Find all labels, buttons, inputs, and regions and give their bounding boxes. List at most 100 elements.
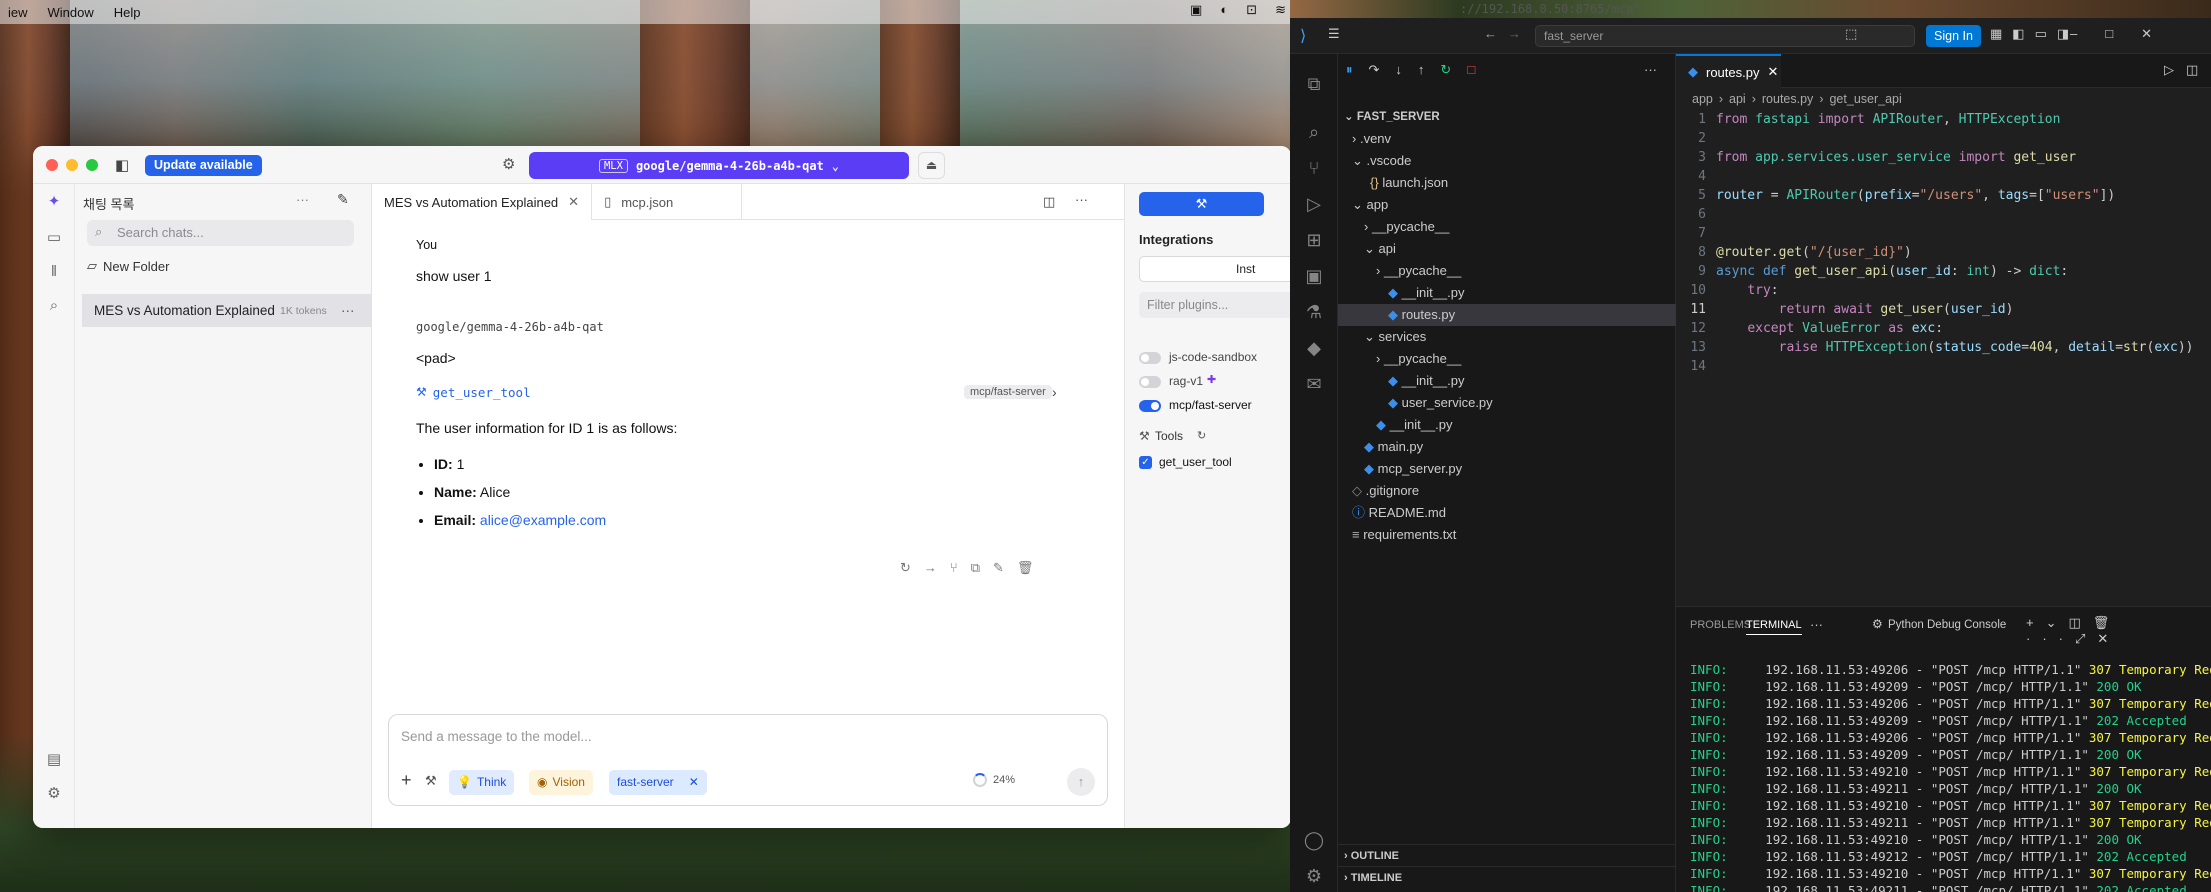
zoom-window-button[interactable]: [86, 159, 98, 171]
remote-icon[interactable]: ▣: [1302, 264, 1326, 288]
chat-icon[interactable]: ✦: [44, 192, 64, 212]
tree-item[interactable]: ⌄ .vscode: [1338, 150, 1676, 172]
python-icon[interactable]: ◆: [1302, 336, 1326, 360]
tree-item[interactable]: ◆ mcp_server.py: [1338, 458, 1676, 480]
more-icon[interactable]: ···: [296, 192, 309, 207]
tray-icon[interactable]: ▣: [1190, 2, 1202, 18]
tray-icon[interactable]: ⊡: [1246, 2, 1257, 18]
sign-in-button[interactable]: Sign In: [1926, 25, 1981, 47]
editor-tab-routes[interactable]: ◆ routes.py ✕: [1676, 54, 1781, 88]
terminal-icon[interactable]: ▭: [44, 228, 64, 248]
tree-item[interactable]: ◆ main.py: [1338, 436, 1676, 458]
think-toggle[interactable]: 💡 Think: [449, 770, 515, 795]
wifi-icon[interactable]: ≋: [1275, 2, 1286, 18]
tab-mcp-json[interactable]: ▯ mcp.json: [592, 184, 743, 220]
chat-icon[interactable]: ✉: [1302, 372, 1326, 396]
search-icon[interactable]: ⌕: [1302, 120, 1326, 144]
tools-icon[interactable]: ⚒: [425, 773, 437, 789]
copilot-icon[interactable]: ⬚: [1845, 26, 1857, 42]
close-icon[interactable]: ✕: [568, 194, 579, 210]
terminal-name[interactable]: Python Debug Console: [1888, 619, 2006, 631]
filter-plugins-input[interactable]: Filter plugins...: [1139, 292, 1291, 318]
tree-item[interactable]: ◆ __init__.py: [1338, 282, 1676, 304]
stop-icon[interactable]: □: [1467, 62, 1475, 78]
menu-window[interactable]: Window: [48, 5, 94, 20]
timeline-section[interactable]: › TIMELINE: [1338, 866, 1676, 888]
chat-more-icon[interactable]: ···: [341, 303, 355, 318]
tree-item[interactable]: › __pycache__: [1338, 348, 1676, 370]
step-into-icon[interactable]: ↓: [1395, 62, 1402, 78]
tree-item[interactable]: ⌄ services: [1338, 326, 1676, 348]
menu-icon[interactable]: ☰: [1328, 26, 1340, 42]
breadcrumb-item[interactable]: api: [1729, 92, 1746, 106]
tray-icon[interactable]: ◐: [1220, 2, 1228, 18]
tab-problems[interactable]: PROBLEMS: [1690, 619, 1751, 631]
back-icon[interactable]: ←: [1484, 26, 1497, 41]
split-view-icon[interactable]: ◫: [1043, 194, 1055, 210]
breadcrumb-item[interactable]: get_user_api: [1829, 92, 1901, 106]
sidebar-toggle-icon[interactable]: ◧: [115, 156, 129, 174]
testing-icon[interactable]: ⚗: [1302, 300, 1326, 324]
email-link[interactable]: alice@example.com: [480, 512, 606, 528]
delete-icon[interactable]: 🗑: [1017, 560, 1034, 576]
model-selector[interactable]: MLX google/gemma-4-26b-a4b-qat ⌄: [529, 152, 909, 179]
pause-icon[interactable]: ⏸: [1346, 62, 1353, 78]
extensions-icon[interactable]: ⊞: [1302, 228, 1326, 252]
layout-icons[interactable]: ▦◧▭◨: [1990, 26, 2079, 42]
explorer-root[interactable]: ⌄ FAST_SERVER: [1338, 106, 1676, 128]
tree-item[interactable]: ⌄ app: [1338, 194, 1676, 216]
terminal-output[interactable]: INFO: 192.168.11.53:49206 - "POST /mcp H…: [1690, 661, 2211, 892]
tab-terminal[interactable]: TERMINAL: [1746, 619, 1802, 635]
refresh-icon[interactable]: ↻: [1197, 429, 1206, 442]
split-editor-icon[interactable]: ◫: [2186, 62, 2198, 78]
hardware-icon[interactable]: ▤: [44, 750, 64, 770]
tool-call-row[interactable]: ⚒ get_user_tool mcp/fast-server ›: [416, 382, 1076, 402]
tree-item[interactable]: ⓘ README.md: [1338, 502, 1676, 524]
add-attachment-icon[interactable]: +: [401, 770, 412, 791]
continue-icon[interactable]: →: [924, 560, 937, 576]
tree-item-selected[interactable]: ◆ routes.py: [1338, 304, 1676, 326]
copy-icon[interactable]: ⧉: [971, 560, 980, 576]
source-control-icon[interactable]: ⑂: [1302, 156, 1326, 180]
new-chat-icon[interactable]: ✎: [337, 191, 349, 208]
close-icon[interactable]: ✕: [1767, 64, 1778, 80]
chevron-right-icon[interactable]: ›: [1052, 384, 1057, 400]
command-center[interactable]: fast_server: [1535, 25, 1915, 47]
send-button[interactable]: ↑: [1067, 768, 1095, 796]
edit-icon[interactable]: ✎: [993, 560, 1004, 576]
tree-item[interactable]: {} launch.json: [1338, 172, 1676, 194]
more-icon[interactable]: ···: [1810, 617, 1823, 632]
step-over-icon[interactable]: ↷: [1369, 62, 1380, 78]
menu-help[interactable]: Help: [114, 5, 141, 20]
tree-item[interactable]: ◆ __init__.py: [1338, 414, 1676, 436]
search-models-icon[interactable]: ⌕: [44, 296, 64, 316]
forward-icon[interactable]: →: [1508, 26, 1521, 41]
window-controls[interactable]: –□✕: [2070, 26, 2180, 42]
tree-item[interactable]: › .venv: [1338, 128, 1676, 150]
run-debug-icon[interactable]: ▷: [1302, 192, 1326, 216]
manage-gear-icon[interactable]: ⚙: [1302, 864, 1326, 888]
install-button[interactable]: Inst: [1139, 256, 1291, 282]
plugin-toggle[interactable]: [1139, 376, 1161, 388]
run-icon[interactable]: ▷: [2164, 62, 2174, 78]
settings-icon[interactable]: ⚙: [44, 784, 64, 804]
breadcrumb-item[interactable]: app: [1692, 92, 1713, 106]
tree-item[interactable]: › __pycache__: [1338, 216, 1676, 238]
gear-icon[interactable]: ⚙: [502, 155, 515, 173]
tree-item[interactable]: ◆ user_service.py: [1338, 392, 1676, 414]
close-window-button[interactable]: [46, 159, 58, 171]
vision-toggle[interactable]: ◉ Vision: [529, 770, 593, 795]
server-chip[interactable]: fast-server ✕: [609, 770, 707, 795]
breadcrumb-item[interactable]: routes.py: [1762, 92, 1813, 106]
regenerate-icon[interactable]: ↻: [900, 560, 911, 576]
restart-icon[interactable]: ↻: [1440, 62, 1451, 78]
eject-model-button[interactable]: ⏏: [918, 152, 945, 179]
new-folder-button[interactable]: ▱ New Folder: [87, 258, 169, 274]
tree-item[interactable]: › __pycache__: [1338, 260, 1676, 282]
more-icon[interactable]: ···: [1644, 62, 1657, 77]
panel-actions[interactable]: +⌄◫🗑···⤢✕: [2026, 615, 2211, 647]
tree-item[interactable]: ≡ requirements.txt: [1338, 524, 1676, 546]
plugin-toggle[interactable]: [1139, 352, 1161, 364]
plugin-toggle[interactable]: [1139, 400, 1161, 412]
outline-section[interactable]: › OUTLINE: [1338, 844, 1676, 866]
